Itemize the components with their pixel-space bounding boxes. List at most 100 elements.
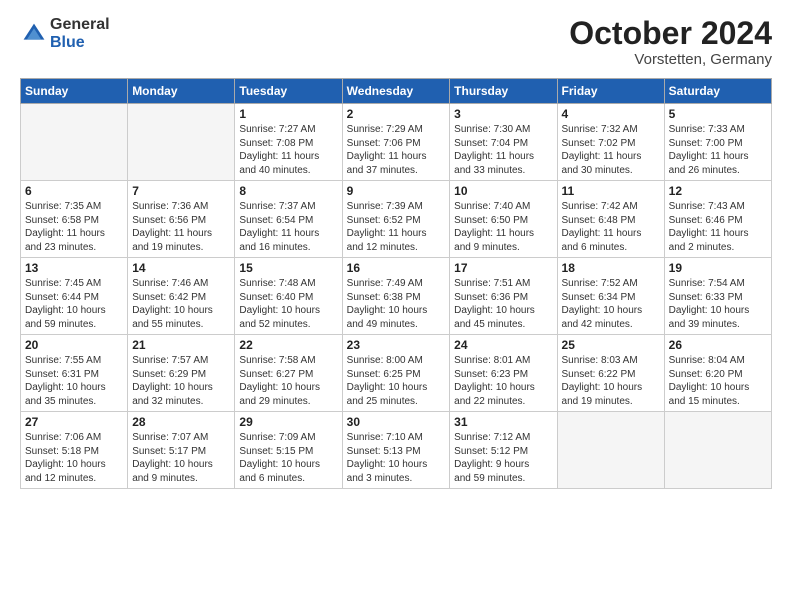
- day-detail: Sunrise: 7:58 AMSunset: 6:27 PMDaylight:…: [239, 354, 337, 408]
- day-detail: Sunrise: 7:12 AMSunset: 5:12 PMDaylight:…: [454, 431, 552, 485]
- col-thursday: Thursday: [450, 79, 557, 104]
- day-detail: Sunrise: 7:49 AMSunset: 6:38 PMDaylight:…: [347, 277, 446, 331]
- table-row: [557, 412, 664, 489]
- table-row: 7 Sunrise: 7:36 AMSunset: 6:56 PMDaylight…: [128, 181, 235, 258]
- month-year-title: October 2024: [569, 16, 772, 51]
- day-detail: Sunrise: 7:09 AMSunset: 5:15 PMDaylight:…: [239, 431, 337, 485]
- location-subtitle: Vorstetten, Germany: [569, 51, 772, 68]
- calendar-table: Sunday Monday Tuesday Wednesday Thursday…: [20, 78, 772, 489]
- day-detail: Sunrise: 7:52 AMSunset: 6:34 PMDaylight:…: [562, 277, 660, 331]
- calendar-week-1: 1 Sunrise: 7:27 AMSunset: 7:08 PMDaylight…: [21, 104, 772, 181]
- day-number: 5: [669, 107, 767, 121]
- day-detail: Sunrise: 7:07 AMSunset: 5:17 PMDaylight:…: [132, 431, 230, 485]
- day-number: 3: [454, 107, 552, 121]
- title-block: October 2024 Vorstetten, Germany: [569, 16, 772, 68]
- table-row: 19 Sunrise: 7:54 AMSunset: 6:33 PMDayligh…: [664, 258, 771, 335]
- table-row: 14Sunrise: 7:46 AMSunset: 6:42 PMDayligh…: [128, 258, 235, 335]
- day-number: 15: [239, 261, 337, 275]
- day-detail: Sunrise: 7:29 AMSunset: 7:06 PMDaylight:…: [347, 123, 446, 177]
- day-detail: Sunrise: 8:00 AMSunset: 6:25 PMDaylight:…: [347, 354, 446, 408]
- day-detail: Sunrise: 7:39 AMSunset: 6:52 PMDaylight:…: [347, 200, 446, 254]
- table-row: 10 Sunrise: 7:40 AMSunset: 6:50 PMDayligh…: [450, 181, 557, 258]
- table-row: [128, 104, 235, 181]
- table-row: 30 Sunrise: 7:10 AMSunset: 5:13 PMDayligh…: [342, 412, 450, 489]
- col-wednesday: Wednesday: [342, 79, 450, 104]
- table-row: 8Sunrise: 7:37 AMSunset: 6:54 PMDaylight…: [235, 181, 342, 258]
- table-row: 22 Sunrise: 7:58 AMSunset: 6:27 PMDayligh…: [235, 335, 342, 412]
- table-row: [21, 104, 128, 181]
- day-detail: Sunrise: 7:32 AMSunset: 7:02 PMDaylight:…: [562, 123, 660, 177]
- table-row: 21 Sunrise: 7:57 AMSunset: 6:29 PMDayligh…: [128, 335, 235, 412]
- table-row: 27 Sunrise: 7:06 AMSunset: 5:18 PMDayligh…: [21, 412, 128, 489]
- day-detail: Sunrise: 7:55 AMSunset: 6:31 PMDaylight:…: [25, 354, 123, 408]
- day-detail: Sunrise: 7:54 AMSunset: 6:33 PMDaylight:…: [669, 277, 767, 331]
- day-detail: Sunrise: 7:27 AMSunset: 7:08 PMDaylight:…: [239, 123, 337, 177]
- col-saturday: Saturday: [664, 79, 771, 104]
- page-header: General Blue October 2024 Vorstetten, Ge…: [20, 16, 772, 68]
- day-number: 16: [347, 261, 446, 275]
- logo: General Blue: [20, 16, 110, 51]
- table-row: 23 Sunrise: 8:00 AMSunset: 6:25 PMDayligh…: [342, 335, 450, 412]
- col-tuesday: Tuesday: [235, 79, 342, 104]
- day-detail: Sunrise: 7:46 AMSunset: 6:42 PMDaylight:…: [132, 277, 230, 331]
- day-detail: Sunrise: 7:42 AMSunset: 6:48 PMDaylight:…: [562, 200, 660, 254]
- day-detail: Sunrise: 7:51 AMSunset: 6:36 PMDaylight:…: [454, 277, 552, 331]
- day-number: 10: [454, 184, 552, 198]
- table-row: 17Sunrise: 7:51 AMSunset: 6:36 PMDayligh…: [450, 258, 557, 335]
- day-detail: Sunrise: 8:04 AMSunset: 6:20 PMDaylight:…: [669, 354, 767, 408]
- day-number: 23: [347, 338, 446, 352]
- day-detail: Sunrise: 7:36 AMSunset: 6:56 PMDaylight:…: [132, 200, 230, 254]
- table-row: 18 Sunrise: 7:52 AMSunset: 6:34 PMDayligh…: [557, 258, 664, 335]
- table-row: 16 Sunrise: 7:49 AMSunset: 6:38 PMDayligh…: [342, 258, 450, 335]
- day-number: 31: [454, 415, 552, 429]
- calendar-header-row: Sunday Monday Tuesday Wednesday Thursday…: [21, 79, 772, 104]
- table-row: 4 Sunrise: 7:32 AMSunset: 7:02 PMDaylight…: [557, 104, 664, 181]
- day-number: 30: [347, 415, 446, 429]
- calendar-week-3: 13Sunrise: 7:45 AMSunset: 6:44 PMDayligh…: [21, 258, 772, 335]
- table-row: 3 Sunrise: 7:30 AMSunset: 7:04 PMDaylight…: [450, 104, 557, 181]
- day-number: 19: [669, 261, 767, 275]
- day-number: 13: [25, 261, 123, 275]
- day-number: 24: [454, 338, 552, 352]
- day-detail: Sunrise: 7:40 AMSunset: 6:50 PMDaylight:…: [454, 200, 552, 254]
- day-number: 27: [25, 415, 123, 429]
- day-detail: Sunrise: 7:33 AMSunset: 7:00 PMDaylight:…: [669, 123, 767, 177]
- logo-text: General Blue: [50, 16, 110, 51]
- day-detail: Sunrise: 7:10 AMSunset: 5:13 PMDaylight:…: [347, 431, 446, 485]
- table-row: [664, 412, 771, 489]
- day-detail: Sunrise: 7:06 AMSunset: 5:18 PMDaylight:…: [25, 431, 123, 485]
- day-number: 2: [347, 107, 446, 121]
- day-detail: Sunrise: 8:03 AMSunset: 6:22 PMDaylight:…: [562, 354, 660, 408]
- day-number: 20: [25, 338, 123, 352]
- day-number: 18: [562, 261, 660, 275]
- logo-icon: [22, 22, 46, 46]
- table-row: 20 Sunrise: 7:55 AMSunset: 6:31 PMDayligh…: [21, 335, 128, 412]
- day-detail: Sunrise: 7:37 AMSunset: 6:54 PMDaylight:…: [239, 200, 337, 254]
- table-row: 11Sunrise: 7:42 AMSunset: 6:48 PMDayligh…: [557, 181, 664, 258]
- day-number: 26: [669, 338, 767, 352]
- day-number: 28: [132, 415, 230, 429]
- day-number: 25: [562, 338, 660, 352]
- day-number: 6: [25, 184, 123, 198]
- day-number: 9: [347, 184, 446, 198]
- day-detail: Sunrise: 7:43 AMSunset: 6:46 PMDaylight:…: [669, 200, 767, 254]
- logo-blue-text: Blue: [50, 34, 110, 52]
- day-number: 4: [562, 107, 660, 121]
- table-row: 28 Sunrise: 7:07 AMSunset: 5:17 PMDayligh…: [128, 412, 235, 489]
- calendar-week-5: 27 Sunrise: 7:06 AMSunset: 5:18 PMDayligh…: [21, 412, 772, 489]
- col-monday: Monday: [128, 79, 235, 104]
- table-row: 1 Sunrise: 7:27 AMSunset: 7:08 PMDaylight…: [235, 104, 342, 181]
- day-number: 7: [132, 184, 230, 198]
- table-row: 6Sunrise: 7:35 AMSunset: 6:58 PMDaylight…: [21, 181, 128, 258]
- day-number: 12: [669, 184, 767, 198]
- day-number: 21: [132, 338, 230, 352]
- day-detail: Sunrise: 7:48 AMSunset: 6:40 PMDaylight:…: [239, 277, 337, 331]
- day-detail: Sunrise: 7:30 AMSunset: 7:04 PMDaylight:…: [454, 123, 552, 177]
- table-row: 12 Sunrise: 7:43 AMSunset: 6:46 PMDayligh…: [664, 181, 771, 258]
- table-row: 24Sunrise: 8:01 AMSunset: 6:23 PMDayligh…: [450, 335, 557, 412]
- table-row: 13Sunrise: 7:45 AMSunset: 6:44 PMDayligh…: [21, 258, 128, 335]
- day-number: 22: [239, 338, 337, 352]
- day-detail: Sunrise: 7:57 AMSunset: 6:29 PMDaylight:…: [132, 354, 230, 408]
- table-row: 2 Sunrise: 7:29 AMSunset: 7:06 PMDaylight…: [342, 104, 450, 181]
- day-number: 1: [239, 107, 337, 121]
